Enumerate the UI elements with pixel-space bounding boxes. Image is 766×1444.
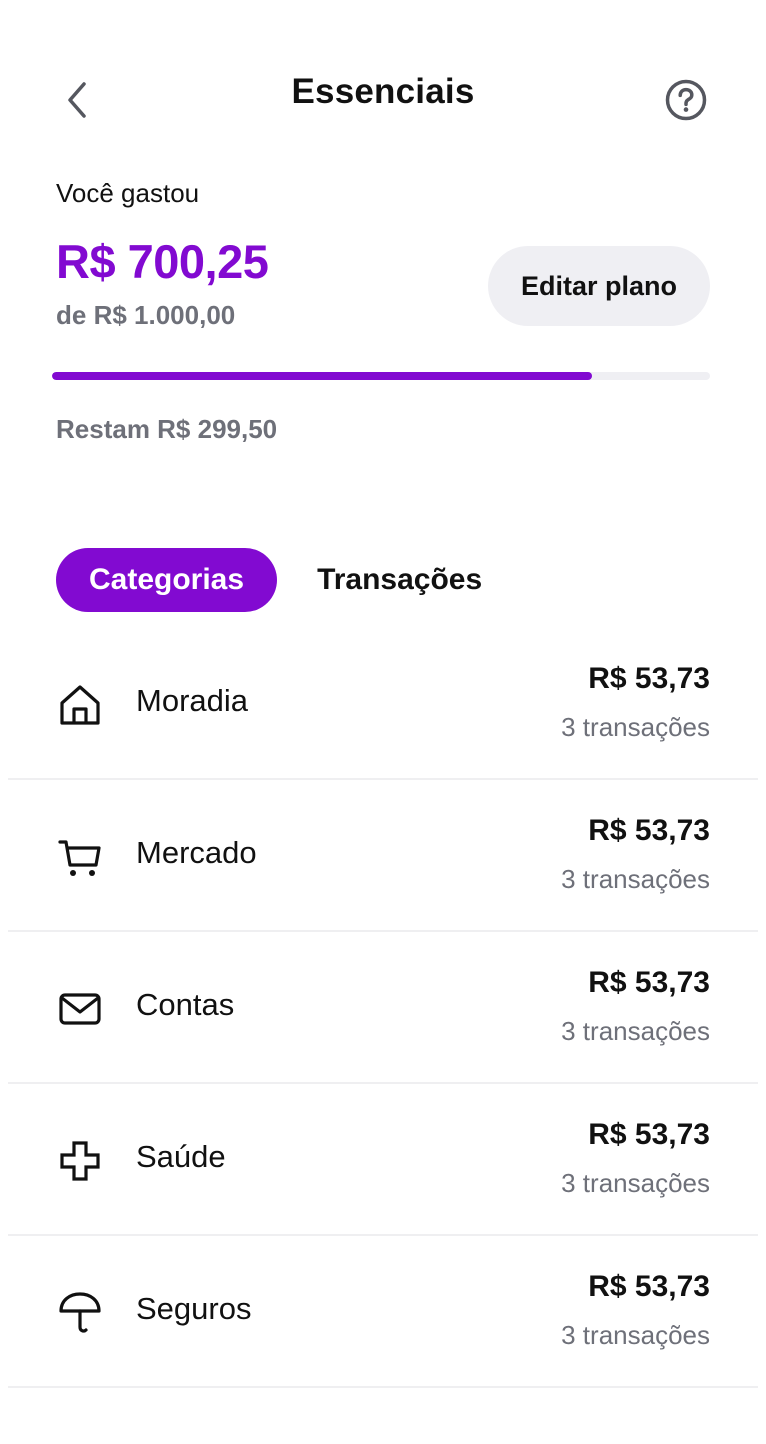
tab-bar: Categorias Transações <box>56 548 482 612</box>
category-amount: R$ 53,73 <box>588 1270 710 1303</box>
category-name: Mercado <box>136 835 257 870</box>
budget-progress-fill <box>52 372 592 380</box>
question-circle-icon <box>665 79 707 121</box>
help-button[interactable] <box>660 74 712 126</box>
envelope-icon <box>58 987 102 1031</box>
category-row-seguros[interactable]: Seguros R$ 53,73 3 transações <box>8 1236 758 1388</box>
category-row-moradia[interactable]: Moradia R$ 53,73 3 transações <box>8 628 758 780</box>
top-bar: Essenciais <box>0 60 766 134</box>
category-amount: R$ 53,73 <box>588 814 710 847</box>
tab-categorias[interactable]: Categorias <box>56 548 278 612</box>
umbrella-icon <box>58 1291 102 1335</box>
house-icon <box>58 683 102 727</box>
category-name: Moradia <box>136 683 248 718</box>
category-transaction-count: 3 transações <box>561 712 710 742</box>
spent-amount: R$ 700,25 <box>56 235 269 288</box>
category-amount: R$ 53,73 <box>588 1118 710 1151</box>
category-transaction-count: 3 transações <box>561 864 710 894</box>
tab-transacoes[interactable]: Transações <box>277 548 482 612</box>
cart-icon <box>58 835 102 879</box>
budget-progress-bar <box>52 372 710 380</box>
category-amount: R$ 53,73 <box>588 966 710 999</box>
category-row-mercado[interactable]: Mercado R$ 53,73 3 transações <box>8 780 758 932</box>
category-amount: R$ 53,73 <box>588 662 710 695</box>
category-transaction-count: 3 transações <box>561 1320 710 1350</box>
spent-label: Você gastou <box>56 178 200 208</box>
category-transaction-count: 3 transações <box>561 1168 710 1198</box>
category-transaction-count: 3 transações <box>561 1016 710 1046</box>
category-row-saude[interactable]: Saúde R$ 53,73 3 transações <box>8 1084 758 1236</box>
budget-total: de R$ 1.000,00 <box>56 300 236 330</box>
remaining-amount: Restam R$ 299,50 <box>56 414 278 444</box>
category-name: Saúde <box>136 1139 226 1174</box>
category-list: Moradia R$ 53,73 3 transações Mercado R$… <box>8 628 758 1388</box>
medical-cross-icon <box>58 1139 102 1183</box>
category-row-contas[interactable]: Contas R$ 53,73 3 transações <box>8 932 758 1084</box>
edit-plan-button[interactable]: Editar plano <box>488 246 710 326</box>
category-name: Seguros <box>136 1291 252 1326</box>
category-name: Contas <box>136 987 235 1022</box>
page-title: Essenciais <box>291 72 475 111</box>
